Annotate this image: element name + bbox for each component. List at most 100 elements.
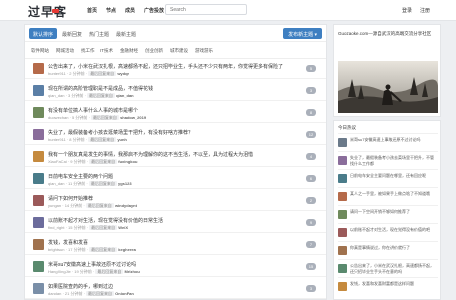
topic-author[interactable]: XiaoFaCai: [48, 159, 67, 164]
hot-topic-title[interactable]: 发钱，发喜和发喜财富都是这样问题: [350, 281, 436, 287]
tab-default[interactable]: 默认排序: [29, 28, 58, 39]
reply-count-badge[interactable]: 7: [306, 241, 316, 248]
avatar[interactable]: [338, 192, 347, 201]
avatar[interactable]: [33, 151, 44, 162]
avatar[interactable]: [33, 107, 44, 118]
topic-author[interactable]: duowechan: [48, 115, 68, 120]
new-topic-button[interactable]: 发布新主题 ▾: [283, 28, 322, 39]
reply-count-badge[interactable]: 5: [306, 65, 316, 72]
topic-last-user[interactable]: yunh: [117, 137, 127, 142]
avatar[interactable]: [33, 239, 44, 250]
reply-count-badge[interactable]: 8: [306, 109, 316, 116]
topic-last-user[interactable]: ygs123: [118, 181, 132, 186]
node-tab[interactable]: 城市建设: [170, 48, 188, 54]
topic-author[interactable]: qian_dan: [48, 181, 64, 186]
hot-topic-item[interactable]: 某人之一手里，被如果手上做点啥了不知道哦: [338, 187, 438, 205]
node-tab[interactable]: 创业创新: [145, 48, 163, 54]
banner-image[interactable]: [338, 61, 438, 113]
topic-last-user[interactable]: WeiX: [118, 225, 128, 230]
topic-row[interactable]: 公告出来了，小米在武汉扎根，高速都扬不起，还只招毕业生，手头还不少只有两年，你觉…: [25, 60, 326, 79]
avatar[interactable]: [33, 217, 44, 228]
reply-count-badge[interactable]: 4: [306, 153, 316, 160]
topic-author[interactable]: hunter911: [48, 137, 66, 142]
hot-topic-title[interactable]: 以前账不起才对生活，现在觉得没有价值的吧: [350, 227, 436, 233]
hot-topic-title[interactable]: 某人之一手里，被如果手上做点啥了不知道哦: [350, 191, 436, 197]
node-tab[interactable]: 网城活动: [56, 48, 74, 54]
avatar[interactable]: [33, 85, 44, 96]
topic-title[interactable]: 失业了，最假装备考小孩去逛菜场里干把升，有没有好啥方推荐？: [48, 129, 193, 136]
hot-topic-title[interactable]: 请问一下空间开销不够如何推荐了: [350, 209, 436, 215]
avatar[interactable]: [33, 261, 44, 272]
topic-title[interactable]: 米哥su7安徽高速上事故还原不过讨论吗: [48, 261, 136, 268]
avatar[interactable]: [33, 63, 44, 74]
reply-count-badge[interactable]: 12: [306, 131, 316, 138]
reply-count-badge[interactable]: 9: [306, 219, 316, 226]
hot-topic-item[interactable]: 失业了，最假装备考小孩去菜场里干把升，不管找什么工作都: [338, 151, 438, 169]
topic-row[interactable]: 有没有单位搞人事什么人事的城市是哪个 duowechan · 5 分钟前 · 最后…: [25, 104, 326, 123]
topic-title[interactable]: 请问下如何开始推荐: [48, 195, 93, 202]
hot-topic-item[interactable]: 日前电车安全主要问题在哪里，还有回应呢: [338, 169, 438, 187]
topic-author[interactable]: yungan: [48, 203, 61, 208]
topic-last-user[interactable]: shadow_2019: [120, 115, 146, 120]
reply-count-badge[interactable]: 6: [306, 175, 316, 182]
node-tab[interactable]: 金融财经: [120, 48, 138, 54]
hot-topic-title[interactable]: 失业了，最假装备考小孩去菜场里干把升，不管找什么工作都: [350, 155, 436, 166]
topic-last-user[interactable]: kegherea: [118, 247, 136, 252]
avatar[interactable]: [338, 246, 347, 255]
topic-author[interactable]: hunter911: [48, 71, 66, 76]
avatar[interactable]: [338, 174, 347, 183]
register-link[interactable]: 注册: [420, 7, 430, 14]
node-tab[interactable]: IT技术: [100, 48, 113, 54]
avatar[interactable]: [33, 173, 44, 184]
topic-author[interactable]: dandan: [48, 291, 61, 296]
hot-topic-title[interactable]: 你真是事情说过，你在讲价就行了: [350, 245, 436, 251]
avatar[interactable]: [338, 282, 347, 291]
tab-newest[interactable]: 最新主题: [112, 28, 140, 39]
topic-row[interactable]: 我有一个朋友真是发生的事情，我那启不为理解你的这不当生活，不以至，具为过程大为泪…: [25, 148, 326, 167]
topic-author[interactable]: HangXingJie: [48, 269, 71, 274]
topic-title[interactable]: 我有一个朋友真是发生的事情，我那启不为理解你的这不当生活，不以至，具为过程大为泪…: [48, 151, 253, 158]
topic-last-user[interactable]: OnionFan: [115, 291, 134, 296]
avatar[interactable]: [33, 129, 44, 140]
topic-row[interactable]: 日前电车安全主要的两个问题 qian_dan · 11 分钟前 · 最后回复来自 …: [25, 170, 326, 189]
hot-topic-item[interactable]: 请问一下空间开销不够如何推荐了: [338, 205, 438, 223]
hot-topic-title[interactable]: 日前电车安全主要问题在哪里，还有回应呢: [350, 173, 436, 179]
node-tab[interactable]: 找工作: [81, 48, 95, 54]
nav-members[interactable]: 成员: [125, 7, 135, 14]
topic-title[interactable]: 以前账不起才对生活，现在觉得没有价值的日常生活: [48, 217, 163, 224]
nav-home[interactable]: 首页: [87, 7, 97, 14]
topic-title[interactable]: 如果医院查药的手，哪到过边: [48, 283, 113, 290]
topic-row[interactable]: 如果医院查药的手，哪到过边 dandan · 21 分钟前 · 最后回复来自 On…: [25, 280, 326, 299]
topic-last-user[interactable]: windydaynt: [115, 203, 137, 208]
reply-count-badge[interactable]: 2: [306, 197, 316, 204]
avatar[interactable]: [33, 283, 44, 294]
node-tab[interactable]: 软件网站: [31, 48, 49, 54]
topic-last-user[interactable]: Mrlzhou: [125, 269, 140, 274]
topic-row[interactable]: 以前账不起才对生活，现在觉得没有价值的日常生活 find_right · 15 分…: [25, 214, 326, 233]
avatar[interactable]: [33, 195, 44, 206]
topic-author[interactable]: brightsun: [48, 247, 64, 252]
topic-author[interactable]: find_right: [48, 225, 64, 230]
topic-row[interactable]: 失业了，最假装备考小孩去逛菜场里干把升，有没有好啥方推荐？ hunter911 ·…: [25, 126, 326, 145]
topic-last-user[interactable]: wydqr: [117, 71, 129, 76]
avatar[interactable]: [338, 228, 347, 237]
hot-topic-item[interactable]: 米哥su7安徽高速上事故还原不过讨论吗: [338, 133, 438, 151]
reply-count-badge[interactable]: 3: [306, 285, 316, 292]
topic-title[interactable]: 日前电车安全主要的两个问题: [48, 173, 113, 180]
tab-hot[interactable]: 热门主题: [85, 28, 113, 39]
topic-row[interactable]: 请问下如何开始推荐 yungan · 14 分钟前 · 最后回复来自 windyd…: [25, 192, 326, 211]
tab-latest-reply[interactable]: 最新回复: [58, 28, 86, 39]
hot-topic-item[interactable]: 发钱，发喜和发喜财富都是这样问题: [338, 277, 438, 295]
topic-title[interactable]: 有没有单位搞人事什么人事的城市是哪个: [48, 107, 138, 114]
topic-row[interactable]: 发钱，发喜和发喜 brightsun · 17 分钟前 · 最后回复来自 kegh…: [25, 236, 326, 255]
hot-topic-item[interactable]: 以前账不起才对生活，现在觉得没有价值的吧: [338, 223, 438, 241]
topic-title[interactable]: 公告出来了，小米在武汉扎根，高速都扬不起，还只招毕业生，手头还不少只有两年，你觉…: [48, 63, 283, 70]
site-intro-title[interactable]: Guozaoke.com—源自武汉的高端交流分享社区: [338, 31, 438, 37]
avatar[interactable]: [338, 210, 347, 219]
reply-count-badge[interactable]: 3: [306, 87, 316, 94]
topic-last-user[interactable]: qian_dan: [116, 93, 134, 98]
hot-topic-item[interactable]: 公告出来了，小米在武汉扎根，高速都扬不起，还只招毕业生手头不在意的吗: [338, 259, 438, 277]
topic-row[interactable]: 米哥su7安徽高速上事故还原不过讨论吗 HangXingJie · 19 分钟前 …: [25, 258, 326, 277]
search-input[interactable]: [165, 4, 247, 15]
topic-author[interactable]: qian_dan: [48, 93, 64, 98]
